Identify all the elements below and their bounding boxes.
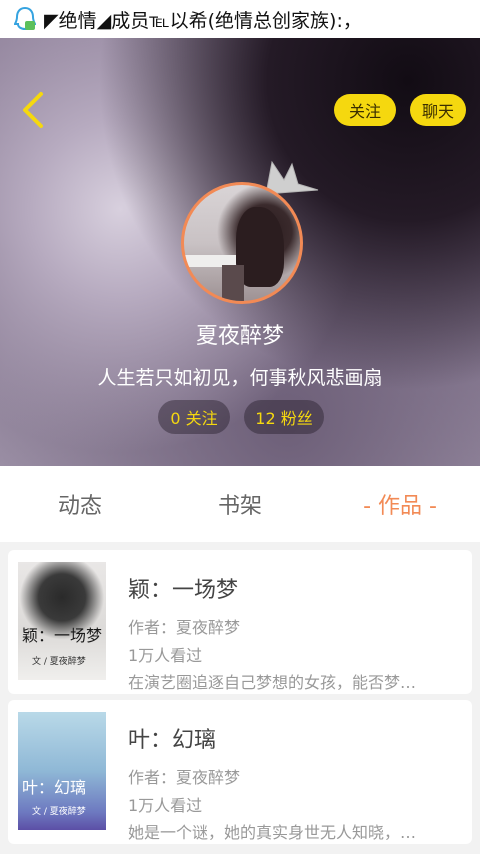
tab-bar: 动态 书架 - 作品 - xyxy=(0,466,480,542)
notification-text: ◤绝情◢成员℡以希(绝情总创家族):， xyxy=(44,9,362,32)
qq-notification-icon xyxy=(12,6,38,32)
tab-bookshelf[interactable]: 书架 xyxy=(160,466,320,542)
status-bar: ◤绝情◢成员℡以希(绝情总创家族):， xyxy=(0,0,480,38)
follow-button[interactable]: 关注 xyxy=(334,94,396,126)
book-title: 叶：幻璃 xyxy=(128,728,217,753)
book-views: 1万人看过 xyxy=(128,796,203,815)
fans-count[interactable]: 12 粉丝 xyxy=(244,400,324,434)
book-title: 颖：一场梦 xyxy=(128,578,239,603)
chat-button[interactable]: 聊天 xyxy=(410,94,466,126)
book-views: 1万人看过 xyxy=(128,646,203,665)
book-description: 在演艺圈追逐自己梦想的女孩，能否梦… xyxy=(128,673,417,692)
cover-title: 颖：一场梦 xyxy=(22,626,103,645)
cover-subtitle: 文 / 夏夜醉梦 xyxy=(32,657,86,667)
list-item[interactable]: 颖：一场梦 文 / 夏夜醉梦 颖：一场梦 作者：夏夜醉梦 1万人看过 在演艺圈追… xyxy=(8,550,472,694)
chevron-left-icon xyxy=(23,92,43,128)
user-bio: 人生若只如初见，何事秋风悲画扇 xyxy=(97,367,383,389)
book-cover: 叶：幻璃 文 / 夏夜醉梦 xyxy=(18,712,106,830)
tab-works[interactable]: - 作品 - xyxy=(320,466,480,542)
avatar[interactable] xyxy=(181,182,303,304)
book-description: 她是一个谜，她的真实身世无人知晓，… xyxy=(128,823,417,842)
cover-title: 叶：幻璃 xyxy=(22,778,87,797)
list-item[interactable]: 叶：幻璃 文 / 夏夜醉梦 叶：幻璃 作者：夏夜醉梦 1万人看过 她是一个谜，她… xyxy=(8,700,472,844)
profile-header: 关注 聊天 夏夜醉梦 人生若只如初见，何事秋风悲画扇 0 关注 12 粉丝 xyxy=(0,38,480,466)
cover-subtitle: 文 / 夏夜醉梦 xyxy=(32,807,86,817)
username: 夏夜醉梦 xyxy=(195,324,284,349)
back-button[interactable] xyxy=(14,90,50,130)
book-author: 作者：夏夜醉梦 xyxy=(128,618,241,637)
book-author: 作者：夏夜醉梦 xyxy=(128,768,241,787)
tab-feed[interactable]: 动态 xyxy=(0,466,160,542)
following-count[interactable]: 0 关注 xyxy=(158,400,230,434)
book-cover: 颖：一场梦 文 / 夏夜醉梦 xyxy=(18,562,106,680)
